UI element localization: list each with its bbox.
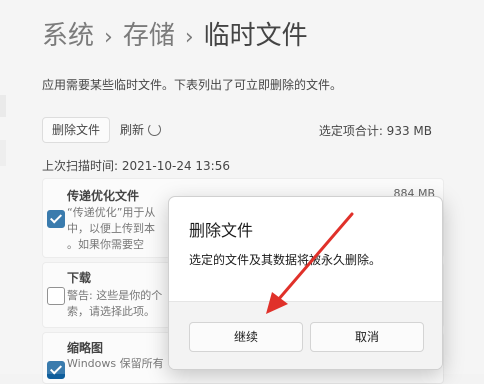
dialog-message: 选定的文件及其数据将被永久删除。 [189, 253, 382, 267]
delete-files-dialog: 删除文件 选定的文件及其数据将被永久删除。 继续 取消 [168, 196, 443, 370]
continue-button[interactable]: 继续 [189, 322, 303, 352]
dialog-title: 删除文件 [189, 221, 254, 240]
dialog-footer: 继续 取消 [169, 301, 442, 369]
cancel-button[interactable]: 取消 [310, 322, 424, 352]
